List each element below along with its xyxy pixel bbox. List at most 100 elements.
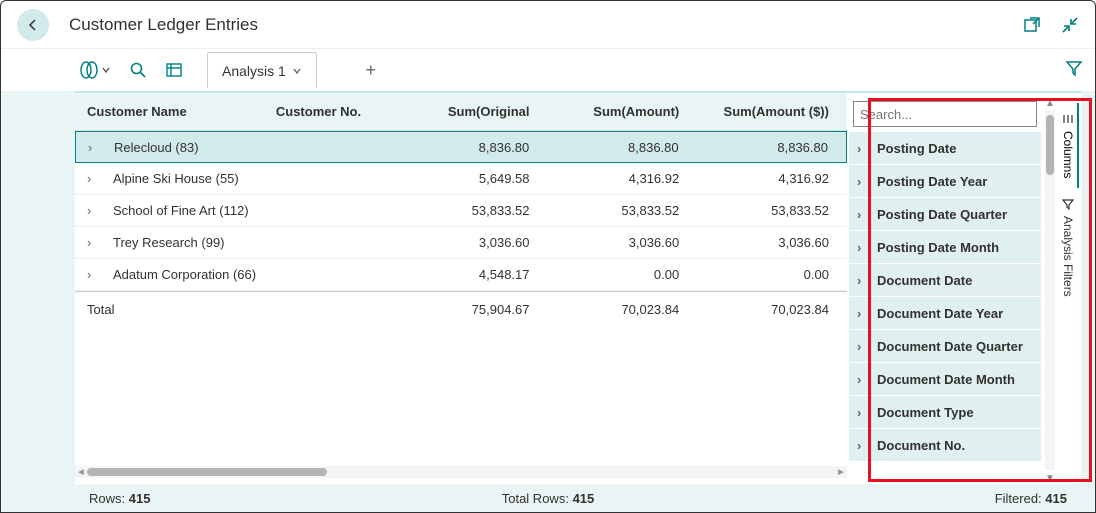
chevron-right-icon: ›: [857, 438, 871, 453]
column-header[interactable]: Sum(Original: [398, 104, 548, 119]
field-label: Document Date Year: [877, 306, 1003, 321]
pivot-mode-button[interactable]: [79, 49, 111, 91]
expand-icon[interactable]: ›: [87, 235, 105, 250]
customer-name: School of Fine Art (112): [113, 203, 249, 218]
horizontal-scrollbar[interactable]: ◄ ►: [75, 466, 847, 478]
funnel-icon: [1065, 59, 1083, 77]
expand-icon[interactable]: ›: [87, 171, 105, 186]
analysis-tab-label: Analysis 1: [222, 63, 286, 79]
chevron-right-icon: ›: [857, 339, 871, 354]
cell-value: 8,836.80: [547, 140, 696, 155]
field-label: Document Date Month: [877, 372, 1015, 387]
column-header[interactable]: Customer No.: [270, 104, 398, 119]
scroll-left-icon[interactable]: ◄: [75, 466, 87, 478]
cell-value: 8,836.80: [398, 140, 547, 155]
cell-value: 8,836.80: [697, 140, 846, 155]
field-item[interactable]: › Document Date Year: [849, 297, 1041, 329]
field-item[interactable]: ›Document No.: [849, 429, 1041, 461]
analysis-tab[interactable]: Analysis 1: [207, 52, 317, 88]
customer-name: Trey Research (99): [113, 235, 225, 250]
total-value: 70,023.84: [697, 302, 847, 317]
field-item[interactable]: ›Posting Date Month: [849, 231, 1041, 263]
cell-value: 4,316.92: [697, 171, 847, 186]
fields-search-input[interactable]: [853, 101, 1037, 127]
column-header[interactable]: Sum(Amount ($)): [697, 104, 847, 119]
column-header[interactable]: Customer Name: [75, 104, 270, 119]
status-total-rows: Total Rows: 415: [502, 491, 595, 506]
field-label: Posting Date Year: [877, 174, 987, 189]
side-tab-columns[interactable]: Columns: [1059, 103, 1079, 188]
grid-header-row: Customer Name Customer No. Sum(Original …: [75, 93, 847, 131]
table-row[interactable]: › School of Fine Art (112) 53,833.5253,833…: [75, 195, 847, 227]
field-label: Posting Date Quarter: [877, 207, 1007, 222]
chevron-down-icon: [292, 66, 302, 76]
page-title: Customer Ledger Entries: [69, 15, 258, 35]
list-view-icon: [165, 61, 183, 79]
customer-name: Alpine Ski House (55): [113, 171, 239, 186]
table-row[interactable]: ›Alpine Ski House (55)5,649.584,316.924,…: [75, 163, 847, 195]
popout-icon: [1023, 16, 1041, 34]
status-rows: Rows: 415: [89, 491, 150, 506]
field-item[interactable]: › Document Type: [849, 396, 1041, 428]
table-row[interactable]: ›Relecloud (83)8,836.808,836.808,836.80: [75, 131, 847, 163]
cell-value: 53,833.52: [548, 203, 698, 218]
chevron-down-icon: [101, 65, 111, 75]
list-view-button[interactable]: [165, 49, 183, 91]
field-item[interactable]: › Document Date Quarter: [849, 330, 1041, 362]
back-arrow-icon: [25, 17, 41, 33]
chevron-right-icon: ›: [857, 372, 871, 387]
collapse-icon: [1061, 16, 1079, 34]
total-label: Total: [75, 302, 270, 317]
chevron-right-icon: ›: [857, 405, 871, 420]
scroll-thumb[interactable]: [1046, 115, 1054, 175]
field-item[interactable]: › Posting Date Quarter: [849, 198, 1041, 230]
field-label: Document Date: [877, 273, 972, 288]
scroll-right-icon[interactable]: ►: [835, 466, 847, 478]
table-row[interactable]: ›Trey Research (99)3,036.603,036.603,036…: [75, 227, 847, 259]
chevron-right-icon: ›: [857, 306, 871, 321]
scroll-thumb[interactable]: [87, 468, 327, 476]
expand-icon[interactable]: ›: [88, 140, 106, 155]
customer-name: Adatum Corporation (66): [113, 267, 256, 282]
cell-value: 53,833.52: [398, 203, 548, 218]
field-label: Posting Date: [877, 141, 956, 156]
field-item[interactable]: › Document Date: [849, 264, 1041, 296]
cell-value: 3,036.60: [548, 235, 698, 250]
side-tabs: Columns Analysis Filters: [1057, 93, 1081, 484]
popout-button[interactable]: [1023, 16, 1041, 34]
field-label: Posting Date Month: [877, 240, 999, 255]
fields-panel: ›Posting Date›Posting Date Year›Posting …: [847, 93, 1043, 484]
scroll-up-icon[interactable]: ▲: [1045, 97, 1055, 109]
field-item[interactable]: › Posting Date: [849, 132, 1041, 164]
side-tab-filters[interactable]: Analysis Filters: [1059, 188, 1079, 307]
cell-value: 3,036.60: [398, 235, 548, 250]
content-area: Customer Name Customer No. Sum(Original …: [1, 91, 1095, 512]
chevron-right-icon: ›: [857, 273, 871, 288]
expand-icon[interactable]: ›: [87, 203, 105, 218]
total-row: Total 75,904.67 70,023.84 70,023.84: [75, 291, 847, 327]
funnel-icon: [1062, 198, 1074, 210]
total-value: 75,904.67: [398, 302, 548, 317]
toolbar: Analysis 1 +: [1, 49, 1095, 91]
titlebar: Customer Ledger Entries: [1, 1, 1095, 49]
field-label: Document Type: [877, 405, 974, 420]
status-filtered: Filtered: 415: [995, 491, 1067, 506]
filter-toggle-button[interactable]: [1065, 59, 1083, 80]
field-label: Document Date Quarter: [877, 339, 1023, 354]
search-icon: [129, 61, 147, 79]
table-row[interactable]: ›Adatum Corporation (66)4,548.170.000.00: [75, 259, 847, 291]
chevron-right-icon: ›: [857, 207, 871, 222]
collapse-button[interactable]: [1061, 16, 1079, 34]
search-button[interactable]: [129, 49, 147, 91]
scroll-down-icon[interactable]: ▼: [1045, 472, 1055, 484]
back-button[interactable]: [17, 9, 49, 41]
status-bar: Rows: 415 Total Rows: 415 Filtered: 415: [75, 484, 1081, 512]
expand-icon[interactable]: ›: [87, 267, 105, 282]
chevron-right-icon: ›: [857, 141, 871, 156]
plus-icon: +: [366, 60, 377, 81]
add-tab-button[interactable]: +: [353, 52, 389, 88]
field-item[interactable]: › Document Date Month: [849, 363, 1041, 395]
field-item[interactable]: ›Posting Date Year: [849, 165, 1041, 197]
column-header[interactable]: Sum(Amount): [548, 104, 698, 119]
vertical-scrollbar[interactable]: ▲ ▼: [1043, 93, 1057, 484]
